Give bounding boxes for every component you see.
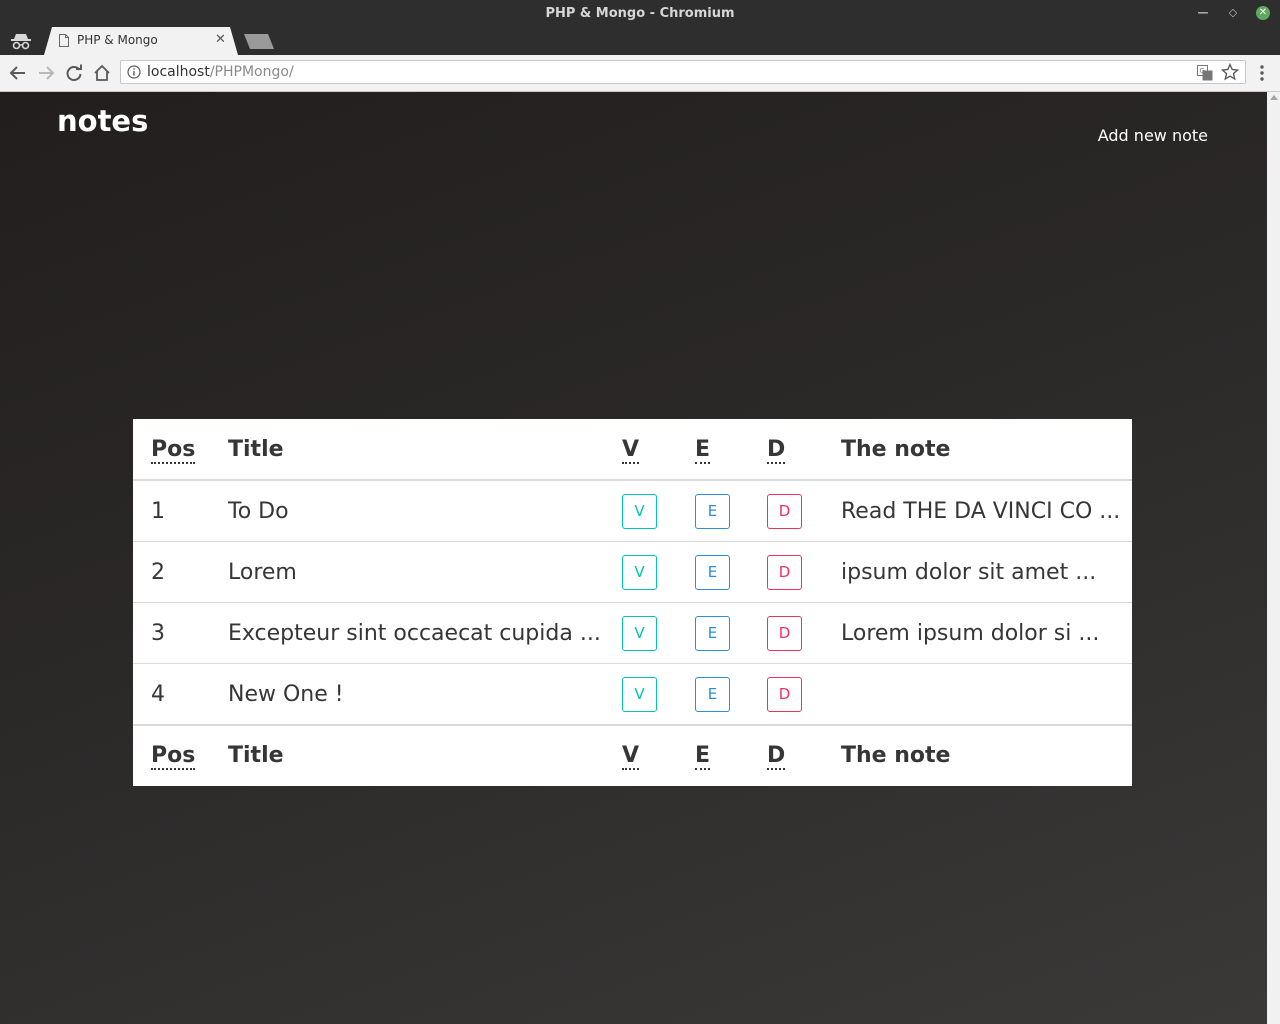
delete-button[interactable]: D — [767, 676, 802, 712]
window-titlebar: PHP & Mongo - Chromium — ◇ ✕ — [0, 0, 1280, 27]
row-note: Lorem ipsum dolor si ... — [841, 602, 1132, 664]
footer-d-label: D — [767, 743, 786, 770]
tab-title: PHP & Mongo — [77, 33, 158, 47]
page-viewport: notes Add new note Pos Title V E D The n… — [0, 92, 1267, 1024]
delete-button[interactable]: D — [767, 493, 802, 529]
svg-text:G: G — [1200, 67, 1205, 75]
incognito-icon — [11, 34, 31, 50]
document-icon — [59, 34, 69, 47]
row-title: Lorem — [228, 541, 622, 603]
brand-title[interactable]: notes — [57, 104, 148, 138]
view-button[interactable]: V — [622, 493, 657, 529]
header-d: D — [767, 419, 841, 481]
delete-button[interactable]: D — [767, 554, 802, 590]
close-window-icon[interactable]: ✕ — [1256, 6, 1270, 20]
row-pos: 1 — [133, 480, 228, 542]
add-new-note-link[interactable]: Add new note — [1098, 126, 1208, 145]
table-footer-row: Pos Title V E D The note — [133, 724, 1132, 785]
table-row: 1 To Do V E D Read THE DA VINCI CO ... — [133, 480, 1132, 542]
reload-icon[interactable] — [65, 64, 83, 82]
footer-pos: Pos — [133, 724, 228, 785]
header-pos: Pos — [133, 419, 228, 481]
tab-php-mongo[interactable]: PHP & Mongo ✕ — [44, 27, 238, 55]
url-text[interactable]: localhost/PHPMongo/ — [147, 64, 294, 80]
page-scrollbar[interactable] — [1267, 92, 1280, 1024]
home-icon[interactable] — [93, 64, 111, 82]
delete-button[interactable]: D — [767, 615, 802, 651]
table-row: 2 Lorem V E D ipsum dolor sit amet ... — [133, 541, 1132, 603]
header-pos-label: Pos — [151, 436, 196, 464]
window-title: PHP & Mongo - Chromium — [545, 6, 735, 21]
footer-v-label: V — [622, 743, 640, 770]
row-note: Read THE DA VINCI CO ... — [841, 480, 1132, 542]
footer-v: V — [622, 724, 695, 785]
kebab-menu-icon[interactable] — [1256, 64, 1268, 82]
url-path: /PHPMongo/ — [209, 64, 294, 80]
header-title: Title — [228, 419, 622, 481]
row-pos: 4 — [151, 681, 165, 707]
header-d-label: D — [767, 436, 786, 464]
row-pos: 3 — [133, 602, 228, 664]
row-title: Excepteur sint occaecat cupida ... — [228, 602, 622, 664]
browser-toolbar: localhost/PHPMongo/ G — [0, 55, 1280, 92]
row-title: New One ! — [228, 681, 344, 707]
star-icon[interactable] — [1221, 63, 1239, 81]
edit-button[interactable]: E — [695, 615, 730, 651]
maximize-icon[interactable]: ◇ — [1226, 6, 1240, 20]
footer-e: E — [695, 724, 767, 785]
notes-table-card: Pos Title V E D The note 1 To Do V E D R… — [133, 419, 1132, 786]
view-button[interactable]: V — [622, 615, 657, 651]
row-title: To Do — [228, 480, 622, 542]
header-note: The note — [841, 419, 1132, 481]
url-host: localhost — [147, 64, 210, 80]
notes-table: Pos Title V E D The note 1 To Do V E D R… — [133, 419, 1132, 785]
minimize-icon[interactable]: — — [1196, 6, 1210, 20]
edit-button[interactable]: E — [695, 493, 730, 529]
footer-title: Title — [228, 724, 622, 785]
translate-icon[interactable]: G — [1197, 65, 1213, 81]
footer-d: D — [767, 724, 841, 785]
back-arrow-icon[interactable] — [9, 64, 27, 82]
header-e-label: E — [695, 436, 711, 464]
header-v: V — [622, 419, 695, 481]
table-row: 3 Excepteur sint occaecat cupida ... V E… — [133, 602, 1132, 664]
row-note — [841, 664, 1132, 726]
row-pos: 2 — [133, 541, 228, 603]
view-button[interactable]: V — [622, 554, 657, 590]
view-button[interactable]: V — [622, 676, 657, 712]
footer-e-label: E — [695, 743, 711, 770]
forward-arrow-icon[interactable] — [37, 64, 55, 82]
footer-note: The note — [841, 724, 1132, 785]
header-e: E — [695, 419, 767, 481]
edit-button[interactable]: E — [695, 676, 730, 712]
table-row: 4 New One ! V E D — [133, 664, 1132, 726]
edit-button[interactable]: E — [695, 554, 730, 590]
info-icon[interactable] — [127, 65, 141, 79]
header-v-label: V — [622, 436, 640, 464]
tab-close-icon[interactable]: ✕ — [215, 32, 226, 47]
footer-pos-label: Pos — [151, 743, 196, 770]
address-bar[interactable]: localhost/PHPMongo/ G — [120, 60, 1246, 84]
table-header-row: Pos Title V E D The note — [133, 419, 1132, 481]
scroll-up-arrow-icon[interactable] — [1270, 95, 1278, 100]
row-note: ipsum dolor sit amet ... — [841, 541, 1132, 603]
